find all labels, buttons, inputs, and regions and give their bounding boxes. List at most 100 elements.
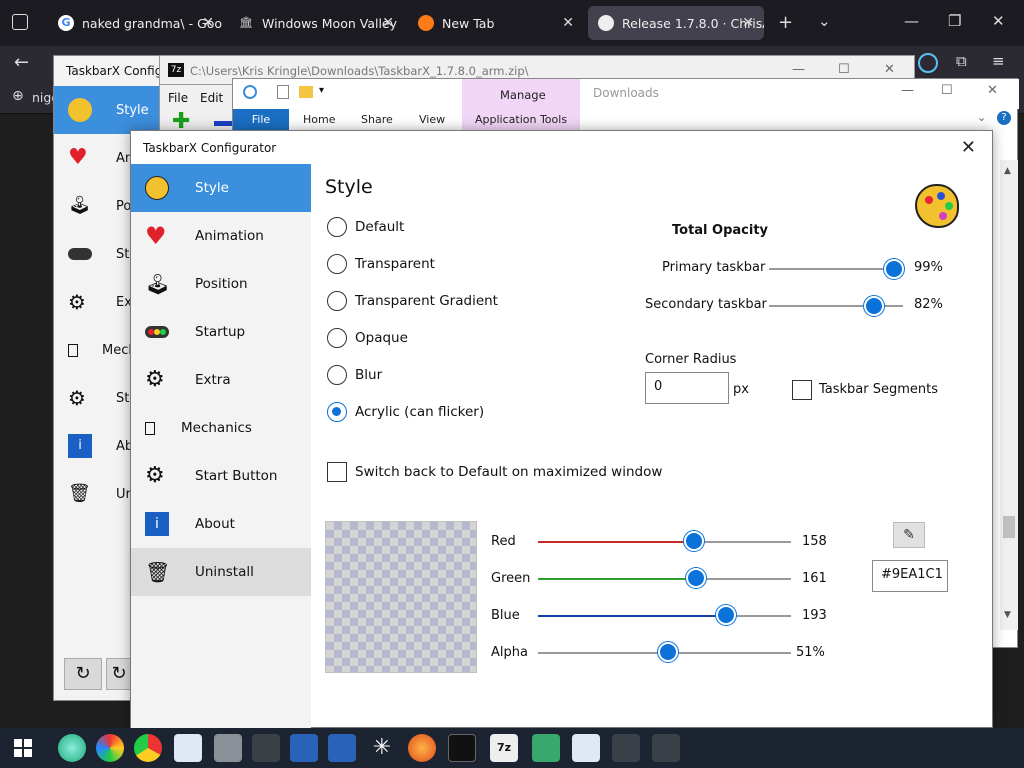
sidebar-item-mechanics[interactable]: Mechanics [131,404,311,452]
radio-transparent-gradient[interactable] [327,291,347,311]
taskbarx-icon[interactable] [174,734,202,762]
sidebar-item-position[interactable]: 🕹 Position [131,260,311,308]
radio-acrylic[interactable] [327,402,347,422]
close-icon[interactable]: ✕ [987,83,998,98]
tab-overview-icon[interactable] [12,14,28,30]
maximize-icon[interactable]: ❐ [948,12,961,30]
chrome-icon[interactable] [134,734,162,762]
alpha-label: Alpha [491,645,528,660]
7zip-icon: 7z [168,63,184,77]
sidebar-item-label: Start Button [195,468,278,484]
taskbarx-icon[interactable] [572,734,600,762]
app-icon[interactable] [58,734,86,762]
folder-icon[interactable] [299,86,313,98]
sidebar-item-uninstall[interactable]: 🗑 Uninstall [131,548,311,596]
close-window-icon[interactable]: ✕ [992,12,1005,30]
star-icon[interactable]: ✳ [368,734,396,762]
close-icon[interactable]: ✕ [884,62,895,77]
close-icon[interactable]: ✕ [742,15,754,31]
sidebar-item-start-button[interactable]: ⚙ Start Button [131,452,311,500]
sidebar-item-about[interactable]: i About [131,500,311,548]
secondary-opacity-slider[interactable] [864,296,884,316]
tab-file[interactable]: File [233,109,289,131]
add-icon[interactable]: ✚ [172,111,192,133]
tab-application-tools[interactable]: Application Tools [475,113,567,126]
app-icon[interactable] [652,734,680,762]
close-icon[interactable]: ✕ [382,15,394,31]
minimize-icon[interactable]: — [901,83,914,98]
scroll-thumb[interactable] [1003,516,1015,538]
terminal-icon[interactable] [448,734,476,762]
tab-view[interactable]: View [419,113,445,126]
windows-start-icon[interactable] [14,739,32,757]
sidebar-item-extra[interactable]: ⚙ Extra [131,356,311,404]
maximize-icon[interactable]: ☐ [941,83,953,98]
menu-file[interactable]: File [168,91,188,105]
virtualbox-icon[interactable] [328,734,356,762]
help-icon[interactable]: ? [997,111,1011,125]
explorer-scrollbar[interactable]: ▲ ▼ [1000,160,1018,630]
tab-share[interactable]: Share [361,113,393,126]
tab-windows-moon-valley[interactable]: 🏛 Windows Moon Valley ✕ [228,6,404,40]
back-arrow-icon[interactable]: ← [14,52,29,73]
close-icon[interactable]: ✕ [562,15,574,31]
7zip-icon[interactable]: 7z [490,734,518,762]
scroll-down-icon[interactable]: ▼ [1004,610,1011,620]
radio-opaque[interactable] [327,328,347,348]
puzzle-icon[interactable]: ⧉ [956,52,967,70]
switch-back-checkbox[interactable] [327,462,347,482]
traffic-light-icon [145,326,169,338]
blue-slider[interactable] [716,605,736,625]
tab-label: New Tab [442,15,495,31]
chevron-down-icon[interactable]: ⌄ [818,12,831,30]
corner-radius-input[interactable]: 0 [645,372,729,404]
close-icon[interactable]: ✕ [202,15,214,31]
info-icon: i [68,434,92,458]
primary-opacity-track[interactable] [769,268,903,270]
virtualbox-icon[interactable] [290,734,318,762]
sidebar-item-style[interactable]: Style [131,164,311,212]
chart-app-icon[interactable] [532,734,560,762]
app-icon[interactable] [612,734,640,762]
trash-icon: 🗑 [68,483,91,504]
new-tab-icon[interactable]: + [778,12,793,33]
scroll-up-icon[interactable]: ▲ [1004,166,1011,176]
sidebar-item-startup[interactable]: Startup [131,308,311,356]
tab-new-tab[interactable]: New Tab ✕ [408,6,584,40]
menu-edit[interactable]: Edit [200,91,223,105]
maximize-icon[interactable]: ☐ [838,62,850,77]
tab-home[interactable]: Home [303,113,335,126]
sidebar-item-animation[interactable]: ♥ Animation [131,212,311,260]
primary-opacity-slider[interactable] [884,259,904,279]
tab-release[interactable]: Release 1.7.8.0 · ChrisA ✕ [588,6,764,40]
archive-icon[interactable] [214,734,242,762]
museum-icon: 🏛 [239,16,253,29]
dropdown-icon[interactable]: ▾ [319,85,324,96]
radio-transparent[interactable] [327,254,347,274]
minimize-icon[interactable]: — [792,62,805,77]
tab-google[interactable]: G naked grandma\ - Goo ✕ [48,6,224,40]
firefox-icon[interactable] [408,734,436,762]
sidebar-item-label: Style [195,180,229,196]
taskbar-segments-checkbox[interactable] [792,380,812,400]
minimize-icon[interactable]: — [904,12,919,30]
alpha-slider[interactable] [658,642,678,662]
pinwheel-icon[interactable] [96,734,124,762]
hex-color-input[interactable]: #9EA1C1 [872,560,948,592]
checklist-icon[interactable] [277,85,289,99]
refresh-button[interactable]: ↻ [64,658,102,690]
radio-default[interactable] [327,217,347,237]
radio-label: Transparent Gradient [355,293,498,309]
menu-icon[interactable]: ≡ [992,52,1005,70]
tool-icon[interactable] [252,734,280,762]
eyedropper-button[interactable]: ✎ [893,522,925,548]
chevron-down-icon[interactable]: ⌄ [977,111,986,124]
minus-icon[interactable] [214,121,232,126]
extension-icon[interactable] [918,53,938,73]
green-slider[interactable] [686,568,706,588]
radio-blur[interactable] [327,365,347,385]
properties-icon[interactable] [243,85,257,99]
red-slider[interactable] [684,531,704,551]
refresh-button[interactable]: ↻ [106,658,132,690]
close-icon[interactable]: ✕ [961,137,976,158]
